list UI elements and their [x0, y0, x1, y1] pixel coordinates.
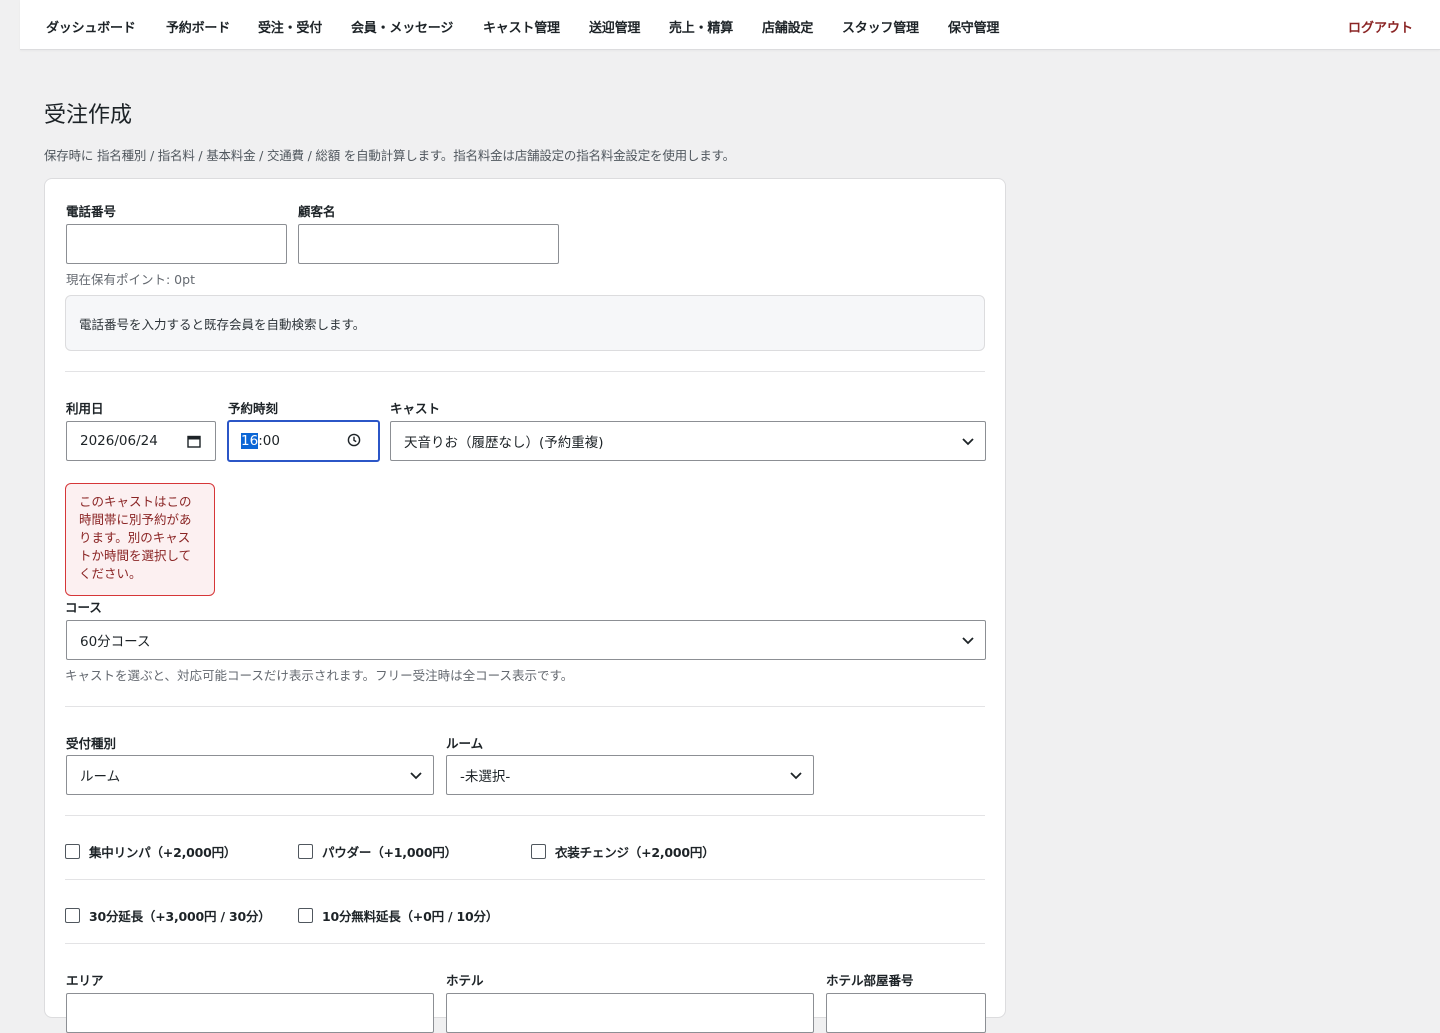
phone-label: 電話番号: [66, 204, 117, 219]
chevron-down-icon: [962, 438, 974, 446]
option-lymph-checkbox[interactable]: 集中リンパ（+2,000円）: [65, 842, 236, 861]
nav-maintenance[interactable]: 保守管理: [948, 17, 999, 36]
option-costume-checkbox[interactable]: 衣装チェンジ（+2,000円）: [531, 842, 715, 861]
time-label: 予約時刻: [228, 401, 279, 416]
nav-cast-management[interactable]: キャスト管理: [483, 17, 560, 36]
option-label: 集中リンパ（+2,000円）: [89, 845, 237, 860]
customer-name-label: 顧客名: [298, 204, 336, 219]
top-navigation: ダッシュボード 予約ボード 受注・受付 会員・メッセージ キャスト管理 送迎管理…: [20, 0, 1440, 50]
hotel-room-input[interactable]: [826, 993, 986, 1033]
option-label: 10分無料延長（+0円 / 10分）: [322, 909, 499, 924]
hotel-label: ホテル: [446, 973, 484, 988]
checkbox-box[interactable]: [65, 844, 80, 859]
calendar-icon[interactable]: [187, 434, 201, 448]
option-label: 30分延長（+3,000円 / 30分）: [89, 909, 271, 924]
option-label: パウダー（+1,000円）: [322, 845, 457, 860]
checkbox-box[interactable]: [298, 844, 313, 859]
reception-type-select[interactable]: ルーム: [66, 755, 434, 795]
nav-staff-management[interactable]: スタッフ管理: [842, 17, 919, 36]
points-text: 現在保有ポイント: 0pt: [66, 272, 195, 287]
area-select[interactable]: [66, 993, 434, 1033]
time-input[interactable]: 16:00: [227, 420, 380, 462]
nav-orders[interactable]: 受注・受付: [258, 17, 322, 36]
chevron-down-icon: [410, 772, 422, 780]
phone-input[interactable]: [66, 224, 287, 264]
option-extension-30-checkbox[interactable]: 30分延長（+3,000円 / 30分）: [65, 906, 271, 925]
checkbox-box[interactable]: [65, 908, 80, 923]
checkbox-box[interactable]: [531, 844, 546, 859]
nav-transport[interactable]: 送迎管理: [589, 17, 640, 36]
date-value: 2026/06/24: [80, 433, 158, 449]
logout-link[interactable]: ログアウト: [1348, 17, 1413, 36]
customer-name-input[interactable]: [298, 224, 559, 264]
nav-dashboard[interactable]: ダッシュボード: [46, 17, 136, 36]
option-free-extension-10-checkbox[interactable]: 10分無料延長（+0円 / 10分）: [298, 906, 498, 925]
divider: [65, 943, 985, 944]
area-label: エリア: [66, 973, 104, 988]
time-minutes: :00: [258, 433, 280, 449]
cast-selected-value: 天音りお（履歴なし）(予約重複): [404, 435, 604, 451]
date-label: 利用日: [66, 401, 104, 416]
divider: [65, 815, 985, 816]
divider: [65, 706, 985, 707]
course-label: コース: [65, 600, 102, 615]
course-selected-value: 60分コース: [80, 634, 151, 650]
room-label: ルーム: [446, 736, 484, 751]
course-hint: キャストを選ぶと、対応可能コースだけ表示されます。フリー受注時は全コース表示です…: [65, 668, 574, 683]
reception-type-selected-value: ルーム: [80, 769, 121, 785]
nav-members-messages[interactable]: 会員・メッセージ: [351, 17, 453, 36]
cast-conflict-error: このキャストはこの時間帯に別予約があります。別のキャストか時間を選択してください…: [65, 483, 215, 596]
nav-sales[interactable]: 売上・精算: [669, 17, 733, 36]
clock-icon[interactable]: [347, 433, 361, 447]
room-select[interactable]: -未選択-: [446, 755, 814, 795]
order-form-card: 電話番号 顧客名 現在保有ポイント: 0pt 電話番号を入力すると既存会員を自動…: [44, 178, 1006, 1033]
chevron-down-icon: [962, 637, 974, 645]
chevron-down-icon: [790, 772, 802, 780]
course-select[interactable]: 60分コース: [66, 620, 986, 660]
option-powder-checkbox[interactable]: パウダー（+1,000円）: [298, 842, 457, 861]
page-title: 受注作成: [44, 103, 133, 128]
hotel-select[interactable]: [446, 993, 814, 1033]
checkbox-box[interactable]: [298, 908, 313, 923]
room-selected-value: -未選択-: [460, 769, 511, 785]
option-label: 衣装チェンジ（+2,000円）: [555, 845, 715, 860]
date-input[interactable]: 2026/06/24: [66, 421, 216, 461]
nav-store-settings[interactable]: 店舗設定: [762, 17, 813, 36]
cast-label: キャスト: [390, 401, 441, 416]
page-description: 保存時に 指名種別 / 指名料 / 基本料金 / 交通費 / 総額 を自動計算し…: [44, 148, 735, 163]
cast-select[interactable]: 天音りお（履歴なし）(予約重複): [390, 421, 986, 461]
reception-type-label: 受付種別: [66, 736, 117, 751]
divider: [65, 879, 985, 880]
member-search-info: 電話番号を入力すると既存会員を自動検索します。: [65, 295, 985, 351]
time-hour-selected: 16: [241, 433, 259, 449]
hotel-room-label: ホテル部屋番号: [826, 973, 914, 988]
divider: [65, 371, 985, 372]
nav-reservation-board[interactable]: 予約ボード: [166, 17, 230, 36]
